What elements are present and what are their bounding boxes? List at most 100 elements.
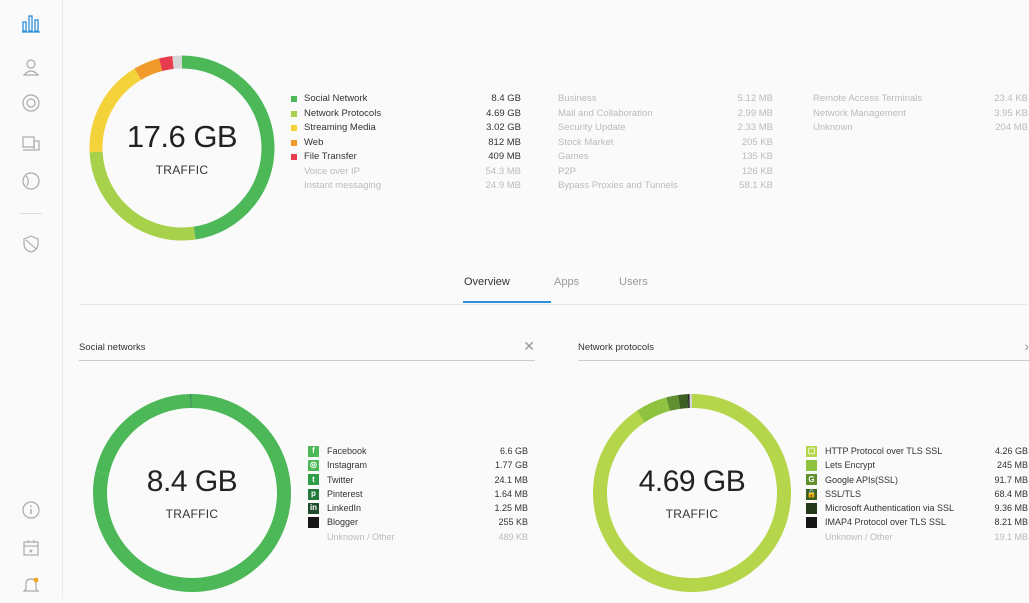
network-legend: ▢HTTP Protocol over TLS SSL4.26 GBLets E… [806, 444, 1028, 544]
category-swatch [291, 111, 297, 117]
category-row[interactable]: Voice over IP54.3 MB [291, 165, 521, 180]
legend-name: Facebook [327, 444, 500, 458]
category-row[interactable]: Streaming Media3.02 GB [291, 121, 521, 136]
legend-row[interactable]: fFacebook6.6 GB [308, 444, 528, 458]
target-icon[interactable] [16, 88, 46, 118]
tab-overview[interactable]: Overview [464, 276, 510, 288]
legend-row[interactable]: Blogger255 KB [308, 515, 528, 529]
legend-row[interactable]: Lets Encrypt245 MB [806, 458, 1028, 472]
http-protocol-icon: ▢ [806, 446, 817, 457]
category-name: Unknown [813, 121, 995, 136]
category-row[interactable]: Unknown204 MB [813, 121, 1028, 136]
network-segment[interactable] [668, 402, 679, 404]
category-swatch [291, 140, 297, 146]
social-legend: fFacebook6.6 GB◎Instagram1.77 GBtTwitter… [308, 444, 528, 544]
shield-icon[interactable] [16, 229, 46, 259]
category-row[interactable]: Security Update2.33 MB [558, 121, 773, 136]
info-icon[interactable] [16, 495, 46, 525]
legend-row[interactable]: ▢HTTP Protocol over TLS SSL4.26 GB [806, 444, 1028, 458]
summary-segment[interactable] [138, 65, 161, 75]
legend-value: 1.64 MB [494, 487, 528, 501]
network-segment[interactable] [600, 401, 784, 585]
category-row[interactable]: Bypass Proxies and Tunnels58.1 KB [558, 179, 773, 194]
category-value: 205 KB [742, 136, 773, 151]
bar-chart-icon[interactable] [16, 8, 46, 38]
sidebar-divider [20, 213, 42, 214]
category-row[interactable]: Web812 MB [291, 136, 521, 151]
category-row[interactable]: Games135 KB [558, 150, 773, 165]
social-donut: 8.4 GB TRAFFIC [87, 388, 297, 598]
legend-row[interactable]: Unknown / Other19.1 MB [806, 530, 1028, 544]
category-name: Security Update [558, 121, 738, 136]
legend-name: SSL/TLS [825, 487, 994, 501]
legend-row[interactable]: pPinterest1.64 MB [308, 487, 528, 501]
legend-row[interactable]: GGoogle APIs(SSL)91.7 MB [806, 473, 1028, 487]
category-value: 5.12 MB [738, 92, 773, 107]
category-row[interactable]: Social Network8.4 GB [291, 92, 521, 107]
notification-bell-icon[interactable] [16, 570, 46, 600]
pinterest-icon: p [308, 489, 319, 500]
category-row[interactable]: Business5.12 MB [558, 92, 773, 107]
category-name: Web [304, 136, 488, 151]
category-row[interactable]: Instant messaging24.9 MB [291, 179, 521, 194]
legend-row[interactable]: ◎Instagram1.77 GB [308, 458, 528, 472]
legend-value: 489 KB [498, 530, 528, 544]
close-icon[interactable]: ✕ [523, 338, 535, 355]
category-value: 3.02 GB [486, 121, 521, 136]
category-row[interactable]: Mail and Collaboration2.99 MB [558, 107, 773, 122]
network-protocols-title: Network protocols [578, 342, 654, 353]
legend-swatch [308, 531, 319, 542]
network-segment[interactable] [679, 401, 687, 402]
calendar-icon[interactable]: ★ [16, 533, 46, 563]
summary-segment[interactable] [182, 62, 268, 233]
legend-name: LinkedIn [327, 501, 494, 515]
category-value: 2.33 MB [738, 121, 773, 136]
legend-row[interactable]: IMAP4 Protocol over TLS SSL8.21 MB [806, 515, 1028, 529]
lock-icon: 🔒 [806, 489, 817, 500]
legend-name: Microsoft Authentication via SSL [825, 501, 994, 515]
globe-icon[interactable] [16, 166, 46, 196]
legend-row[interactable]: inLinkedIn1.25 MB [308, 501, 528, 515]
category-value: 23.4 KB [994, 92, 1028, 107]
category-row[interactable]: Stock Market205 KB [558, 136, 773, 151]
tab-apps[interactable]: Apps [554, 276, 579, 288]
category-swatch [291, 183, 297, 189]
category-name: Instant messaging [304, 179, 486, 194]
category-value: 812 MB [488, 136, 521, 151]
legend-name: IMAP4 Protocol over TLS SSL [825, 515, 994, 529]
linkedin-icon: in [308, 503, 319, 514]
category-row[interactable]: Network Protocols4.69 GB [291, 107, 521, 122]
legend-name: Twitter [327, 473, 494, 487]
category-name: Bypass Proxies and Tunnels [558, 179, 739, 194]
category-name: Stock Market [558, 136, 742, 151]
google-icon: G [806, 474, 817, 485]
category-value: 2.99 MB [738, 107, 773, 122]
lets-encrypt-icon [806, 460, 817, 471]
legend-value: 255 KB [498, 515, 528, 529]
category-list-2: Business5.12 MBMail and Collaboration2.9… [558, 92, 773, 194]
category-row[interactable]: P2P126 KB [558, 165, 773, 180]
category-row[interactable]: Remote Access Terminals23.4 KB [813, 92, 1028, 107]
legend-row[interactable]: 🔒SSL/TLS68.4 MB [806, 487, 1028, 501]
summary-segment[interactable] [161, 62, 173, 64]
legend-row[interactable]: Microsoft Authentication via SSL9.36 MB [806, 501, 1028, 515]
network-segment[interactable] [641, 404, 668, 416]
summary-segment[interactable] [96, 152, 195, 234]
summary-segment[interactable] [96, 74, 138, 152]
category-value: 126 KB [742, 165, 773, 180]
legend-row[interactable]: Unknown / Other489 KB [308, 530, 528, 544]
legend-name: Unknown / Other [327, 530, 498, 544]
category-name: File Transfer [304, 150, 488, 165]
legend-name: Instagram [327, 458, 495, 472]
devices-icon[interactable] [16, 128, 46, 158]
legend-value: 6.6 GB [500, 444, 528, 458]
location-icon[interactable] [16, 52, 46, 82]
tab-users[interactable]: Users [619, 276, 648, 288]
chevron-right-icon[interactable]: › [1024, 338, 1029, 354]
legend-row[interactable]: tTwitter24.1 MB [308, 473, 528, 487]
social-segment[interactable] [102, 401, 190, 472]
category-row[interactable]: Network Management3.95 KB [813, 107, 1028, 122]
category-value: 204 MB [995, 121, 1028, 136]
category-row[interactable]: File Transfer409 MB [291, 150, 521, 165]
category-swatch [291, 154, 297, 160]
